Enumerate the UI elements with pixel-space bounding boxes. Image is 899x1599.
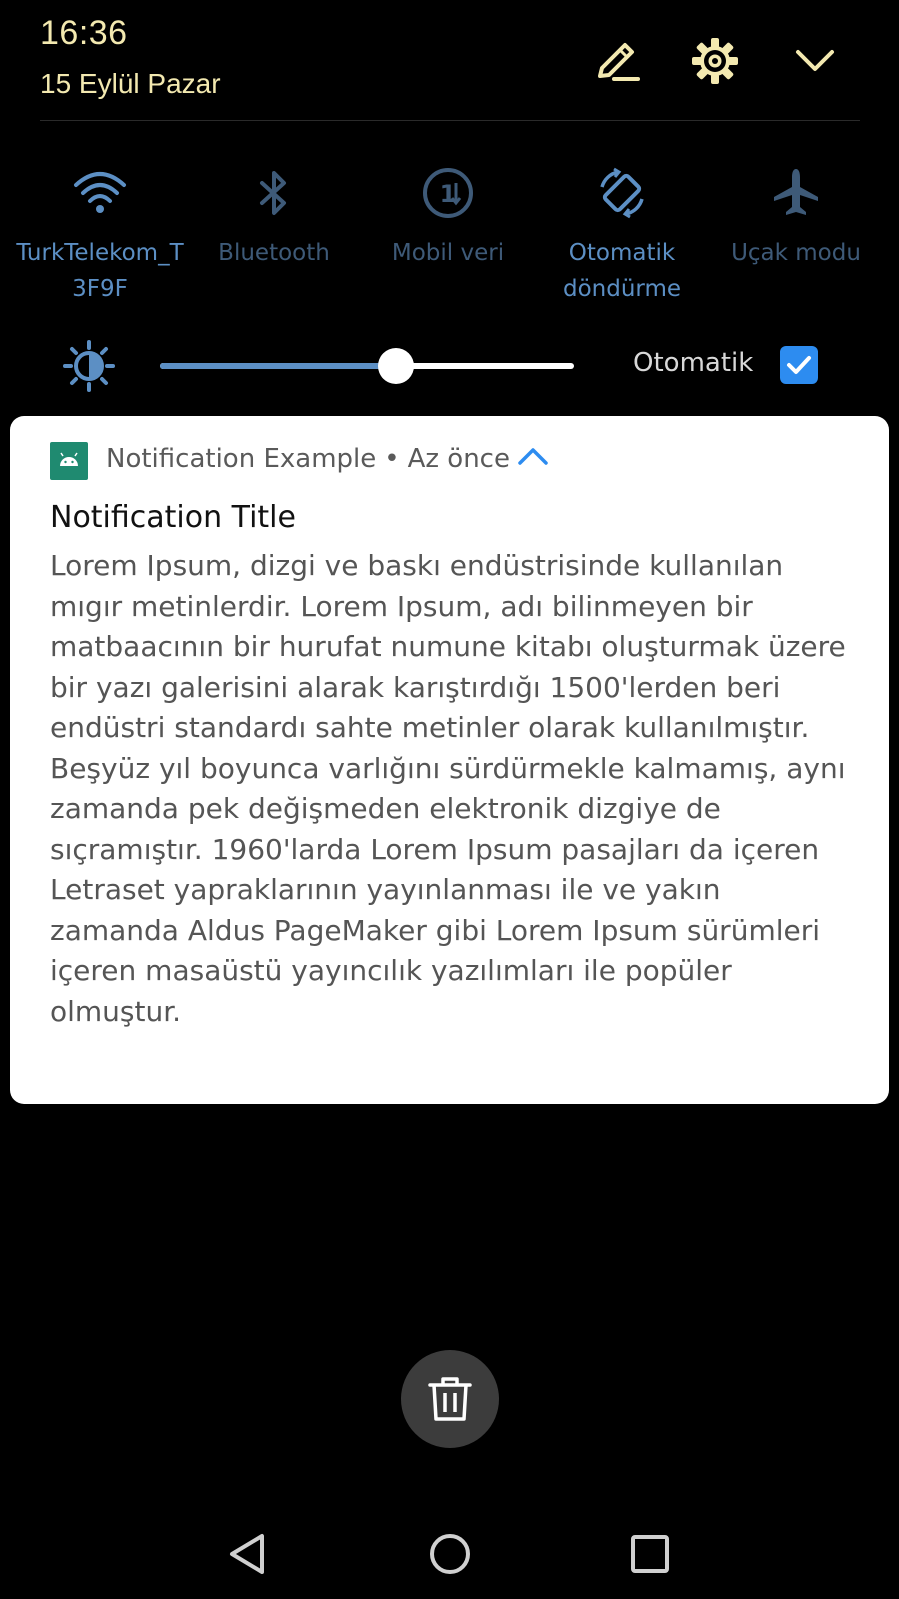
tile-wifi-label: TurkTelekom_T 3F9F xyxy=(16,240,184,302)
auto-brightness-label: Otomatik xyxy=(633,348,754,378)
settings-gear-icon[interactable] xyxy=(690,36,740,86)
notification-header: Notification Example • Az önce xyxy=(106,444,550,474)
tile-bluetooth[interactable]: Bluetooth xyxy=(186,165,362,271)
notification-body: Lorem Ipsum, dizgi ve baskı endüstrisind… xyxy=(50,549,846,1028)
clear-all-button[interactable] xyxy=(401,1350,499,1448)
collapse-chevron-icon[interactable] xyxy=(790,36,840,86)
back-icon[interactable] xyxy=(222,1526,278,1582)
notification-title: Notification Title xyxy=(50,500,296,535)
notification-time: Az önce xyxy=(407,444,510,474)
app-name: Notification Example xyxy=(106,444,377,474)
notification-shade: 16:36 15 Eylül Pazar TurkTelekom_T 3F9F … xyxy=(0,0,899,1599)
airplane-icon xyxy=(768,165,824,221)
brightness-slider[interactable] xyxy=(160,348,574,384)
header-divider xyxy=(40,120,860,121)
brightness-slider-thumb[interactable] xyxy=(377,348,414,384)
mobile-data-icon: 1 xyxy=(420,165,476,221)
tile-mobile-data-label: Mobil veri xyxy=(391,240,505,266)
tile-mobile-data[interactable]: 1 Mobil veri xyxy=(360,165,536,271)
tile-airplane-label: Uçak modu xyxy=(731,240,861,266)
collapse-notification-icon[interactable] xyxy=(516,440,550,474)
auto-rotate-icon xyxy=(594,165,650,221)
brightness-icon xyxy=(63,340,115,392)
clock: 16:36 xyxy=(40,14,128,52)
edit-icon[interactable] xyxy=(592,36,642,86)
recents-icon[interactable] xyxy=(622,1526,678,1582)
wifi-icon xyxy=(72,165,128,221)
tile-airplane[interactable]: Uçak modu xyxy=(708,165,884,271)
tile-wifi[interactable]: TurkTelekom_T 3F9F xyxy=(12,165,188,307)
android-app-icon xyxy=(50,442,88,480)
tile-auto-rotate[interactable]: Otomatik döndürme xyxy=(534,165,710,307)
auto-brightness-checkbox[interactable] xyxy=(780,346,818,384)
header-separator: • xyxy=(384,444,400,474)
brightness-slider-fill xyxy=(160,363,396,369)
trash-icon xyxy=(428,1377,472,1421)
tile-auto-rotate-label: Otomatik döndürme xyxy=(562,240,682,302)
date-label: 15 Eylül Pazar xyxy=(40,68,221,99)
notification-card[interactable]: Notification Example • Az önce Notificatio… xyxy=(10,416,889,1104)
home-icon[interactable] xyxy=(422,1526,478,1582)
tile-bluetooth-label: Bluetooth xyxy=(218,240,330,266)
bluetooth-icon xyxy=(246,165,302,221)
svg-text:1: 1 xyxy=(440,180,457,208)
